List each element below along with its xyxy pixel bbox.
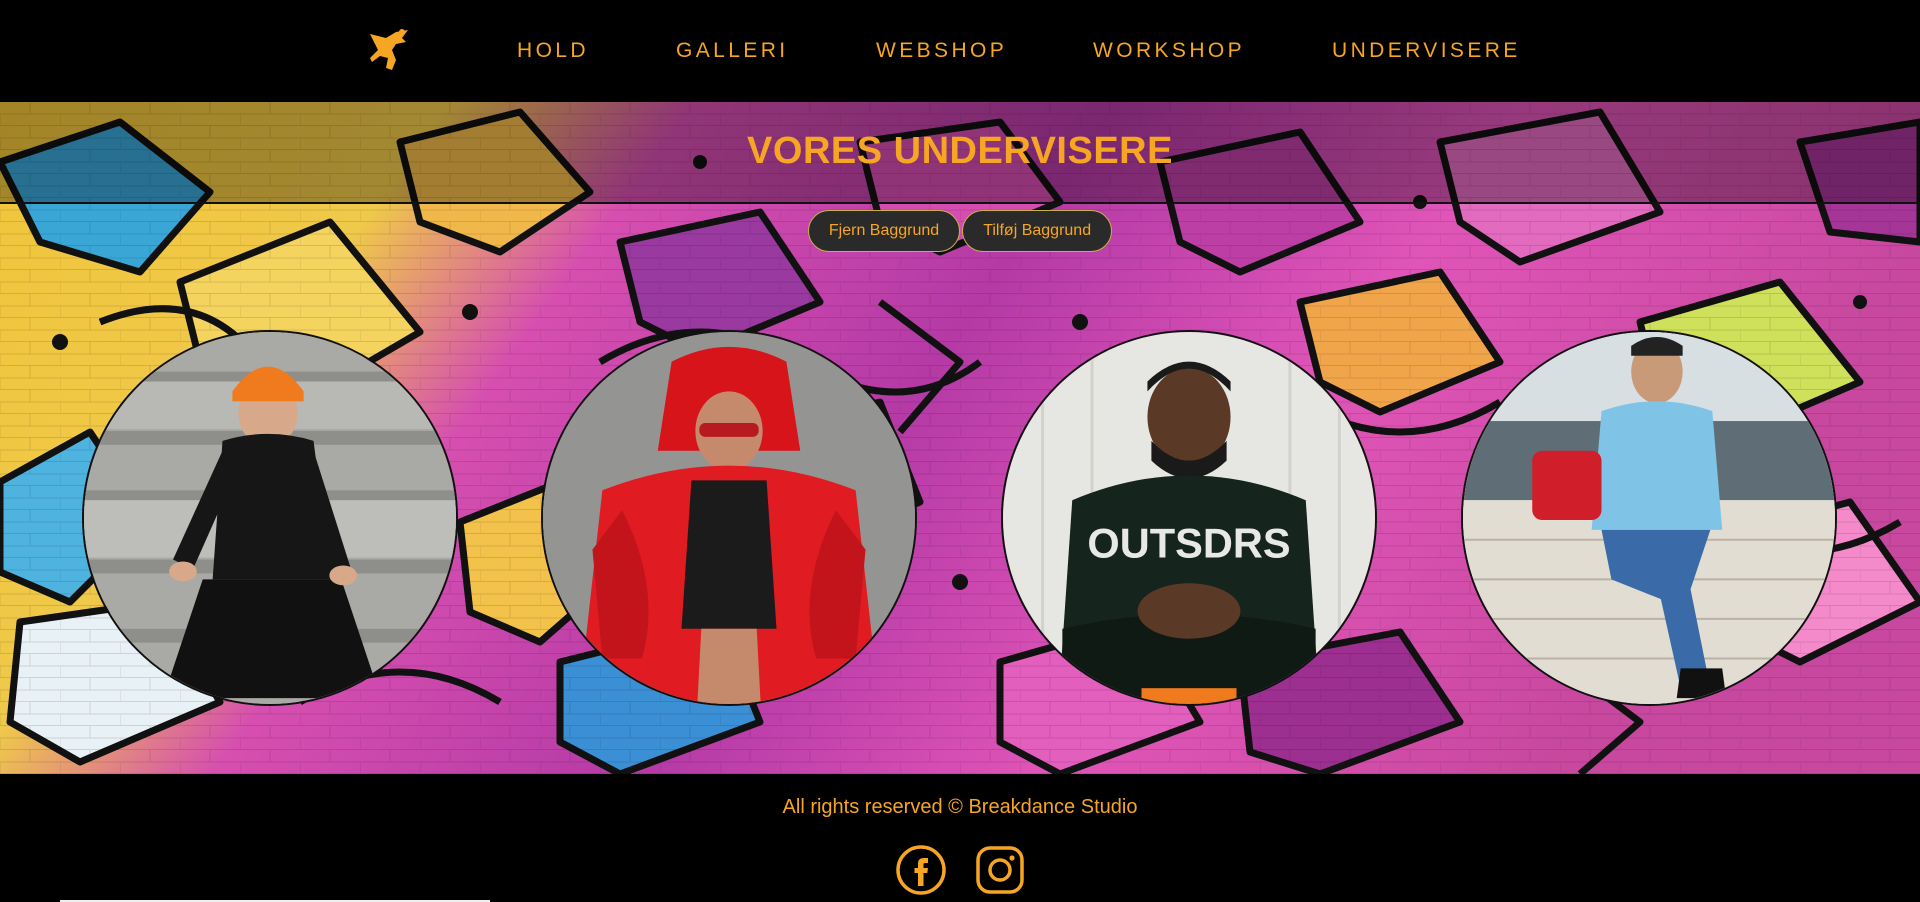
top-navigation: HOLD GALLERI WEBSHOP WORKSHOP UNDERVISER… (0, 0, 1920, 102)
nav-link-webshop[interactable]: WEBSHOP (876, 36, 1007, 66)
instagram-icon[interactable] (974, 844, 1026, 896)
hero-section: VORES UNDERVISERE Fjern Baggrund Tilføj … (0, 102, 1920, 774)
nav-link-galleri[interactable]: GALLERI (676, 36, 789, 66)
teacher-photo-3[interactable]: OUTSDRS (1001, 330, 1377, 706)
nav-link-undervisere[interactable]: UNDERVISERE (1332, 36, 1521, 66)
background-toggle-buttons: Fjern Baggrund Tilføj Baggrund (0, 210, 1920, 254)
nav-link-workshop[interactable]: WORKSHOP (1093, 36, 1245, 66)
nav-links: HOLD GALLERI WEBSHOP WORKSHOP UNDERVISER… (0, 36, 1920, 66)
svg-text:OUTSDRS: OUTSDRS (1087, 520, 1290, 567)
teacher-photo-3-image: OUTSDRS (1003, 332, 1375, 704)
title-band: VORES UNDERVISERE (0, 102, 1920, 204)
teacher-photo-1-image (84, 332, 456, 704)
nav-link-hold[interactable]: HOLD (517, 36, 589, 66)
add-background-button[interactable]: Tilføj Baggrund (962, 210, 1113, 252)
facebook-icon[interactable] (895, 844, 947, 896)
teacher-photo-1[interactable] (82, 330, 458, 706)
teacher-photo-2[interactable] (541, 330, 917, 706)
remove-background-button[interactable]: Fjern Baggrund (807, 210, 961, 252)
teacher-photo-2-image (543, 332, 915, 704)
footer: All rights reserved © Breakdance Studio (0, 774, 1920, 902)
page-title: VORES UNDERVISERE (747, 130, 1173, 172)
copyright-text: All rights reserved © Breakdance Studio (782, 796, 1138, 818)
teacher-photo-4[interactable] (1461, 330, 1837, 706)
teacher-photo-4-image (1463, 332, 1835, 704)
